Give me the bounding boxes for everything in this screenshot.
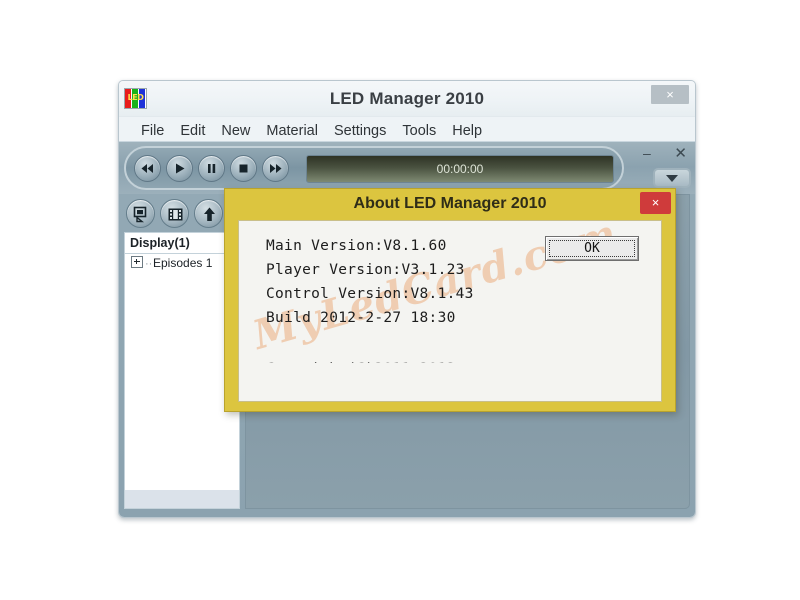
panel-dropdown-button[interactable] (653, 168, 691, 188)
player-version-text: Player Version:V3.1.23 (266, 262, 465, 278)
pause-icon (208, 164, 216, 173)
menu-item-help[interactable]: Help (444, 117, 490, 142)
material-button[interactable] (160, 199, 189, 228)
display-button[interactable] (126, 199, 155, 228)
pause-button[interactable] (198, 155, 225, 182)
about-dialog: About LED Manager 2010 × MyLedCard.com M… (224, 188, 676, 412)
dialog-title: About LED Manager 2010 (353, 195, 547, 212)
build-date-text: Build 2012-2-27 18:30 (266, 310, 456, 326)
rewind-button[interactable] (134, 155, 161, 182)
menu-item-tools[interactable]: Tools (394, 117, 444, 142)
fast-forward-button[interactable] (262, 155, 289, 182)
up-arrow-icon (204, 207, 215, 221)
film-icon (168, 208, 183, 221)
player-control-panel: 00:00:00 (124, 146, 624, 190)
tree-connector: ·· (145, 258, 153, 270)
play-button[interactable] (166, 155, 193, 182)
upload-button[interactable] (194, 199, 223, 228)
time-display: 00:00:00 (306, 155, 614, 183)
tree-node-label: Episodes 1 (153, 256, 213, 270)
dialog-body: MyLedCard.com Main Version:V8.1.60 Playe… (238, 220, 662, 402)
player-close-button[interactable]: ✕ (674, 144, 687, 162)
player-bar: 00:00:00 – ✕ (119, 142, 695, 194)
expand-plus-icon[interactable] (131, 256, 143, 268)
stop-button[interactable] (230, 155, 257, 182)
stop-icon (239, 164, 248, 173)
ok-button-label: OK (584, 241, 600, 256)
tree-panel-footer (125, 490, 239, 508)
control-version-text: Control Version:V8.1.43 (266, 286, 474, 302)
window-close-button[interactable]: × (651, 85, 689, 104)
chevron-down-icon (666, 175, 678, 182)
dialog-close-button[interactable]: × (640, 192, 671, 214)
display-icon (133, 206, 147, 223)
window-title: LED Manager 2010 (329, 89, 485, 108)
time-value: 00:00:00 (436, 162, 484, 176)
player-minimize-button[interactable]: – (643, 145, 651, 161)
tree-node-episodes[interactable]: ··Episodes 1 (125, 254, 239, 272)
sidebar-toolbar (124, 194, 240, 232)
sidebar: Display(1) ··Episodes 1 (124, 194, 240, 509)
main-version-text: Main Version:V8.1.60 (266, 238, 447, 254)
ok-button[interactable]: OK (545, 236, 639, 261)
tree-header: Display(1) (125, 233, 239, 254)
play-icon (176, 163, 185, 174)
menu-bar: File Edit New Material Settings Tools Help (119, 117, 695, 142)
copyright-text: Copyright(C)2011~2012 (266, 361, 456, 377)
fast-forward-icon (270, 164, 282, 173)
display-tree-panel[interactable]: Display(1) ··Episodes 1 (124, 232, 240, 509)
dialog-title-bar: About LED Manager 2010 × (225, 189, 675, 220)
menu-item-edit[interactable]: Edit (172, 117, 213, 142)
player-window-buttons: – ✕ (641, 144, 689, 163)
menu-item-settings[interactable]: Settings (326, 117, 394, 142)
menu-item-new[interactable]: New (213, 117, 258, 142)
menu-item-material[interactable]: Material (258, 117, 326, 142)
menu-item-file[interactable]: File (133, 117, 172, 142)
title-bar: LED LED Manager 2010 × (119, 81, 695, 117)
rewind-icon (141, 164, 153, 173)
